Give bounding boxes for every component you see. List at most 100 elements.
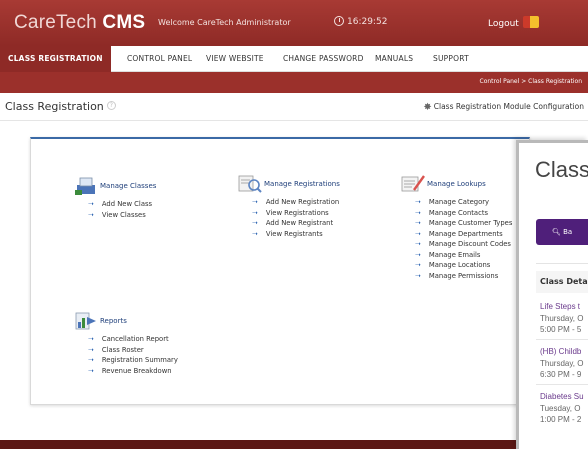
arrow-icon: ➝ <box>252 198 258 206</box>
arrow-icon: ➝ <box>415 271 421 280</box>
logout-icon <box>522 16 539 28</box>
module-panel: Manage Classes ➝ Add New Class ➝ View Clas… <box>30 137 530 405</box>
class-day: Thursday, O <box>540 313 584 323</box>
reports-title[interactable]: Reports <box>100 317 127 325</box>
reports-section: Reports ➝ Cancellation Report ➝ Class Rost… <box>74 311 178 376</box>
arrow-icon: ➝ <box>88 210 94 219</box>
link-cancellation-report[interactable]: ➝ Cancellation Report <box>88 334 178 345</box>
link-label: Manage Permissions <box>428 271 499 280</box>
link-class-roster[interactable]: ➝ Class Roster <box>88 345 178 356</box>
arrow-icon: ➝ <box>415 229 421 238</box>
class-time: 5:00 PM - 5 <box>540 325 582 334</box>
help-icon[interactable]: ? <box>106 101 116 110</box>
link-manage-contacts[interactable]: ➝ Manage Contacts <box>415 208 512 219</box>
link-label: Manage Emails <box>428 250 481 259</box>
arrow-icon: ➝ <box>88 200 94 208</box>
classes-icon <box>75 177 95 195</box>
overlay-search-button[interactable]: 🔍︎ Ba <box>536 219 588 245</box>
class-time: 1:00 PM - 2 <box>540 415 582 424</box>
link-manage-locations[interactable]: ➝ Manage Locations <box>415 260 512 271</box>
link-manage-emails[interactable]: ➝ Manage Emails <box>415 250 512 261</box>
breadcrumb-bar: Control Panel > Class Registration <box>0 72 588 93</box>
nav-manuals[interactable]: MANUALS <box>375 46 413 72</box>
class-details-header: Class Deta <box>536 271 588 293</box>
link-label: Manage Customer Types <box>428 219 513 227</box>
overlay-button-label: Ba <box>563 228 573 236</box>
overlay-rule <box>536 339 588 340</box>
class-listing[interactable]: (HB) Childb Thursday, O 6:30 PM - 9 <box>540 346 588 381</box>
arrow-icon: ➝ <box>252 229 258 238</box>
page-title: Class Registration <box>5 100 104 113</box>
link-label: Manage Locations <box>428 261 491 269</box>
arrow-icon: ➝ <box>415 208 421 217</box>
manage-lookups-title[interactable]: Manage Lookups <box>427 180 486 188</box>
module-config-link[interactable]: ✸ Class Registration Module Configuration <box>423 102 584 113</box>
link-view-registrants[interactable]: ➝ View Registrants <box>252 229 340 240</box>
page-header: Class Registration? ✸ Class Registration … <box>0 93 588 121</box>
link-manage-discount-codes[interactable]: ➝ Manage Discount Codes <box>415 239 512 250</box>
brand-light-text: CareTech <box>14 12 97 33</box>
arrow-icon: ➝ <box>88 356 94 364</box>
top-header: CareTech CMS Welcome CareTech Administra… <box>0 0 588 46</box>
main-nav: CLASS REGISTRATION CONTROL PANEL VIEW WE… <box>0 46 588 72</box>
link-registration-summary[interactable]: ➝ Registration Summary <box>88 355 178 366</box>
link-label: Cancellation Report <box>101 335 169 343</box>
arrow-icon: ➝ <box>252 219 258 227</box>
manage-lookups-section: Manage Lookups ➝ Manage Category ➝ Manage … <box>401 174 512 281</box>
class-day: Thursday, O <box>540 358 584 368</box>
overlay-divider <box>536 263 588 264</box>
link-label: Manage Discount Codes <box>428 240 511 248</box>
logout-label: Logout <box>488 19 519 29</box>
overlay-rule <box>536 384 588 385</box>
link-label: Class Roster <box>101 345 144 354</box>
link-manage-permissions[interactable]: ➝ Manage Permissions <box>415 271 512 282</box>
arrow-icon: ➝ <box>415 198 421 206</box>
lookups-icon <box>401 175 425 192</box>
class-listing[interactable]: Diabetes Su Tuesday, O 1:00 PM - 2 <box>540 391 588 426</box>
nav-support[interactable]: SUPPORT <box>433 46 469 72</box>
overlay-title: Class <box>535 157 588 182</box>
brand-bold-text: CMS <box>102 12 146 33</box>
nav-control-panel[interactable]: CONTROL PANEL <box>127 46 192 72</box>
link-manage-category[interactable]: ➝ Manage Category <box>415 197 512 208</box>
arrow-icon: ➝ <box>415 261 421 269</box>
link-label: Manage Category <box>428 198 490 206</box>
class-name[interactable]: Diabetes Su <box>540 391 588 403</box>
breadcrumb[interactable]: Control Panel > Class Registration <box>480 78 583 85</box>
manage-classes-section: Manage Classes ➝ Add New Class ➝ View Clas… <box>74 176 156 220</box>
manage-registrations-section: Manage Registrations ➝ Add New Registrati… <box>238 174 340 239</box>
link-add-new-registration[interactable]: ➝ Add New Registration <box>252 197 340 208</box>
footer-bar <box>0 440 520 449</box>
registrations-icon <box>238 175 262 193</box>
class-name[interactable]: Life Steps t <box>540 301 588 313</box>
link-label: Add New Registrant <box>265 219 334 227</box>
nav-view-website[interactable]: VIEW WEBSITE <box>206 46 264 72</box>
clock: 16:29:52 <box>334 16 387 27</box>
class-page-overlay: Class 🔍︎ Ba Class Deta Life Steps t Thur… <box>516 140 588 449</box>
manage-classes-title[interactable]: Manage Classes <box>100 182 156 190</box>
class-name[interactable]: (HB) Childb <box>540 346 588 358</box>
reports-icon <box>75 312 96 330</box>
app-logo[interactable]: CareTech CMS <box>14 12 145 34</box>
arrow-icon: ➝ <box>88 366 94 375</box>
module-config-label: Class Registration Module Configuration <box>433 102 584 111</box>
welcome-text: Welcome CareTech Administrator <box>158 18 291 27</box>
clock-icon <box>334 16 344 26</box>
link-revenue-breakdown[interactable]: ➝ Revenue Breakdown <box>88 366 178 377</box>
link-label: Add New Class <box>101 200 153 208</box>
link-view-classes[interactable]: ➝ View Classes <box>88 210 156 221</box>
nav-change-password[interactable]: CHANGE PASSWORD <box>283 46 364 72</box>
link-add-new-registrant[interactable]: ➝ Add New Registrant <box>252 218 340 229</box>
logout-link[interactable]: Logout <box>488 16 539 29</box>
nav-class-registration[interactable]: CLASS REGISTRATION <box>0 46 111 72</box>
link-add-new-class[interactable]: ➝ Add New Class <box>88 199 156 210</box>
page-title-wrap: Class Registration? <box>5 100 116 113</box>
class-listing[interactable]: Life Steps t Thursday, O 5:00 PM - 5 <box>540 301 588 336</box>
link-manage-departments[interactable]: ➝ Manage Departments <box>415 229 512 240</box>
link-label: View Classes <box>101 210 146 219</box>
arrow-icon: ➝ <box>88 345 94 354</box>
manage-registrations-title[interactable]: Manage Registrations <box>264 180 340 188</box>
link-manage-customer-types[interactable]: ➝ Manage Customer Types <box>415 218 512 229</box>
link-view-registrations[interactable]: ➝ View Registrations <box>252 208 340 219</box>
link-label: Registration Summary <box>101 356 178 364</box>
